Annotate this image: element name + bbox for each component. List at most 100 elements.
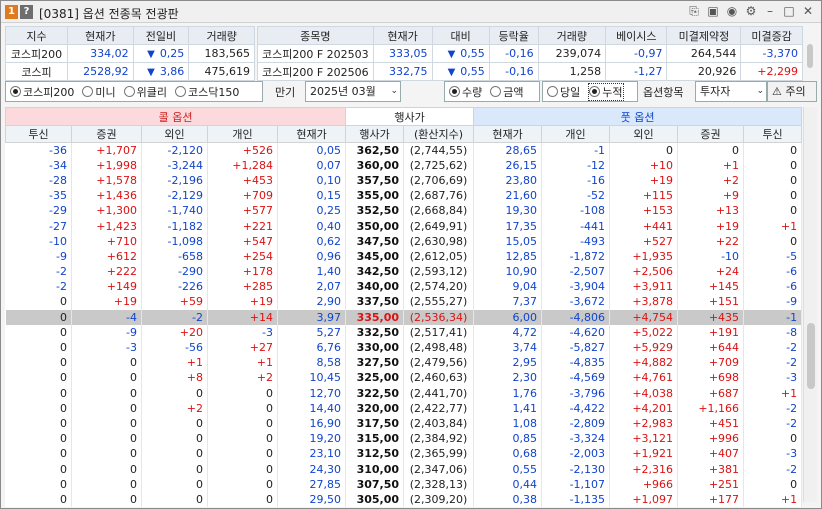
call-price: 24,30 bbox=[277, 461, 347, 477]
option-row[interactable]: 0 0 0 0 24,30 310,00 (2,347,06) 0,55 -2,130 +2,31… bbox=[5, 461, 803, 477]
call-securities: -3 bbox=[71, 339, 142, 356]
scroll-thumb[interactable] bbox=[807, 323, 815, 389]
put-securities: +191 bbox=[677, 324, 745, 340]
radio-cumulative[interactable]: 누적 bbox=[588, 82, 624, 101]
window-number-badge[interactable]: 1 bbox=[5, 5, 18, 19]
copy-icon[interactable]: ▣ bbox=[706, 4, 720, 18]
call-securities: +612 bbox=[71, 248, 142, 264]
radio-dot bbox=[449, 86, 460, 97]
col-header: 지수 bbox=[5, 26, 68, 45]
radio-weekly[interactable]: 위클리 bbox=[123, 84, 167, 100]
option-row[interactable]: 0 0 0 0 23,10 312,50 (2,365,99) 0,68 -2,003 +1,92… bbox=[5, 446, 803, 462]
call-foreign: -56 bbox=[141, 339, 208, 356]
radio-kosdaq150[interactable]: 코스닥150 bbox=[174, 84, 239, 100]
put-securities: +9 bbox=[677, 188, 745, 204]
put-securities: +381 bbox=[677, 461, 745, 477]
column-header[interactable]: 현재가 bbox=[276, 125, 347, 143]
option-row[interactable]: 0 0 0 0 29,50 305,00 (2,309,20) 0,38 -1,135 +1,09… bbox=[5, 491, 803, 507]
option-row[interactable]: -35 +1,436 -2,129 +709 0,15 355,00 (2,687,76) 2… bbox=[5, 188, 803, 204]
call-individual: 0 bbox=[207, 491, 278, 507]
option-row[interactable]: -2 +222 -290 +178 1,40 342,50 (2,593,12) 10,90-… bbox=[5, 264, 803, 280]
option-row[interactable]: -9 +612 -658 +254 0,96 345,00 (2,612,05) 12,85-… bbox=[5, 248, 803, 264]
strike-price: 357,50 bbox=[345, 172, 405, 189]
call-trust: 0 bbox=[5, 339, 72, 356]
call-individual: -3 bbox=[207, 324, 278, 340]
call-securities: 0 bbox=[71, 476, 142, 492]
option-row[interactable]: -2 +149 -226 +285 2,07 340,00 (2,574,20) 9,04 -3… bbox=[5, 279, 803, 295]
call-foreign: -658 bbox=[141, 248, 208, 264]
column-header[interactable]: (환산지수) bbox=[403, 125, 475, 143]
settings-icon[interactable]: ⚙ bbox=[744, 4, 758, 18]
option-row[interactable]: 0 0 +1 +1 8,58 327,50 (2,479,56) 2,95 -4,835 +4,8… bbox=[5, 355, 803, 371]
column-header[interactable]: 개인 bbox=[207, 125, 278, 143]
maximize-icon[interactable]: □ bbox=[782, 4, 796, 18]
call-trust: 0 bbox=[5, 324, 72, 340]
option-row[interactable]: 0 0 +8 +2 10,45 325,00 (2,460,63) 2,30 -4,569 +4,… bbox=[5, 370, 803, 386]
notice-button[interactable]: ⚠ 주의 bbox=[767, 81, 817, 102]
index-row[interactable]: 코스피 2528,92 ▼ 3,86 475,619 bbox=[5, 62, 255, 81]
column-header[interactable]: 증권 bbox=[71, 125, 142, 143]
call-securities: 0 bbox=[71, 355, 142, 371]
expiry-select[interactable]: 2025년 03월 ⌄ bbox=[305, 81, 401, 102]
option-row[interactable]: 0 0 0 0 12,70 322,50 (2,441,70) 1,76 -3,796 +4,03… bbox=[5, 385, 803, 401]
put-securities: +2 bbox=[677, 172, 745, 189]
put-trust: +1 bbox=[743, 491, 803, 507]
put-individual: -52 bbox=[541, 188, 611, 204]
minimize-icon[interactable]: – bbox=[763, 4, 777, 18]
option-row[interactable]: -28 +1,578 -2,196 +453 0,10 357,50 (2,706,69) 2… bbox=[5, 172, 803, 189]
radio-mini[interactable]: 미니 bbox=[82, 84, 116, 100]
column-header[interactable]: 외인 bbox=[141, 125, 208, 143]
futures-row[interactable]: 코스피200 F 202503 333,05 ▼ 0,55 -0,16 239,0… bbox=[257, 44, 803, 63]
radio-quantity[interactable]: 수량 bbox=[449, 84, 482, 100]
column-header[interactable]: 개인 bbox=[541, 125, 611, 143]
column-header[interactable]: 행사가 bbox=[345, 125, 405, 143]
put-price: 26,15 bbox=[473, 157, 543, 173]
column-header[interactable]: 투신 bbox=[5, 125, 72, 143]
option-board-table: 콜 옵션 행사가 풋 옵션 투신 증권 외인 개인 현재가 행사가 (환산지수) 현재가 개인 외… bbox=[4, 107, 803, 507]
strike-price: 362,50 bbox=[345, 142, 405, 158]
column-header[interactable]: 투신 bbox=[743, 125, 803, 143]
index-row[interactable]: 코스피200 334,02 ▼ 0,25 183,565 bbox=[5, 44, 255, 63]
option-row[interactable]: 0 -3 -56 +27 6,76 330,00 (2,498,48) 3,74 -5,827 +… bbox=[5, 339, 803, 356]
option-row[interactable]: 0 0 0 0 16,90 317,50 (2,403,84) 1,08 -2,809 +2,98… bbox=[5, 415, 803, 432]
call-price: 0,96 bbox=[277, 248, 347, 264]
link-icon[interactable]: ⎘ bbox=[687, 4, 701, 18]
option-row[interactable]: 0 0 0 0 27,85 307,50 (2,328,13) 0,44 -1,107 +966 +… bbox=[5, 476, 803, 492]
call-price: 2,90 bbox=[277, 294, 347, 310]
option-row[interactable]: -29 +1,300 -1,740 +577 0,25 352,50 (2,668,84) 1… bbox=[5, 203, 803, 219]
option-row[interactable]: -34 +1,998 -3,244 +1,284 0,07 360,00 (2,725,62… bbox=[5, 157, 803, 173]
call-securities: +1,578 bbox=[71, 172, 142, 189]
close-icon[interactable]: ✕ bbox=[801, 4, 815, 18]
put-individual: -1,107 bbox=[541, 476, 611, 492]
call-price: 1,40 bbox=[277, 264, 347, 280]
radio-dot bbox=[547, 86, 558, 97]
put-foreign: +966 bbox=[609, 476, 679, 492]
summary-scrollbar[interactable] bbox=[807, 44, 813, 68]
screenshot-icon[interactable]: ◉ bbox=[725, 4, 739, 18]
option-row[interactable]: -27 +1,423 -1,182 +221 0,40 350,00 (2,649,91) 1… bbox=[5, 218, 803, 234]
futures-name: 코스피200 F 202506 bbox=[257, 62, 374, 81]
futures-row[interactable]: 코스피200 F 202506 332,75 ▼ 0,55 -0,16 1,258… bbox=[257, 62, 803, 81]
put-price: 10,90 bbox=[473, 264, 543, 280]
radio-today[interactable]: 당일 bbox=[547, 84, 580, 100]
option-row[interactable]: -10 +710 -1,098 +547 0,62 347,50 (2,630,98) 15,… bbox=[5, 233, 803, 249]
option-row[interactable]: 0 0 0 0 19,20 315,00 (2,384,92) 0,85 -3,324 +3,12… bbox=[5, 431, 803, 447]
option-row[interactable]: 0 +19 +59 +19 2,90 337,50 (2,555,27) 7,37 -3,672… bbox=[5, 294, 803, 310]
put-foreign: +1,921 bbox=[609, 446, 679, 462]
call-trust: 0 bbox=[5, 476, 72, 492]
radio-kospi200[interactable]: 코스피200 bbox=[10, 84, 74, 100]
column-header[interactable]: 현재가 bbox=[473, 125, 543, 143]
option-row[interactable]: -36 +1,707 -2,120 +526 0,05 362,50 (2,744,55) 2… bbox=[5, 142, 803, 158]
put-price: 1,41 bbox=[473, 400, 543, 416]
help-icon[interactable]: ? bbox=[20, 5, 33, 19]
put-trust: -1 bbox=[743, 309, 803, 325]
column-header[interactable]: 외인 bbox=[609, 125, 679, 143]
grid-scrollbar[interactable] bbox=[803, 107, 817, 502]
option-row[interactable]: 0 0 +2 0 14,40 320,00 (2,422,77) 1,41 -4,422 +4,2… bbox=[5, 400, 803, 416]
column-header[interactable]: 증권 bbox=[677, 125, 745, 143]
option-row[interactable]: 0 -9 +20 -3 5,27 332,50 (2,517,41) 4,72 -4,620 +5… bbox=[5, 324, 803, 340]
option-item-select[interactable]: 투자자 ⌄ bbox=[695, 81, 767, 102]
option-row[interactable]: 0 -4 -2 +14 3,97 335,00 (2,536,34) 6,00 -4,806 +4… bbox=[5, 309, 803, 325]
put-individual: -16 bbox=[541, 172, 611, 189]
radio-amount[interactable]: 금액 bbox=[490, 84, 524, 100]
